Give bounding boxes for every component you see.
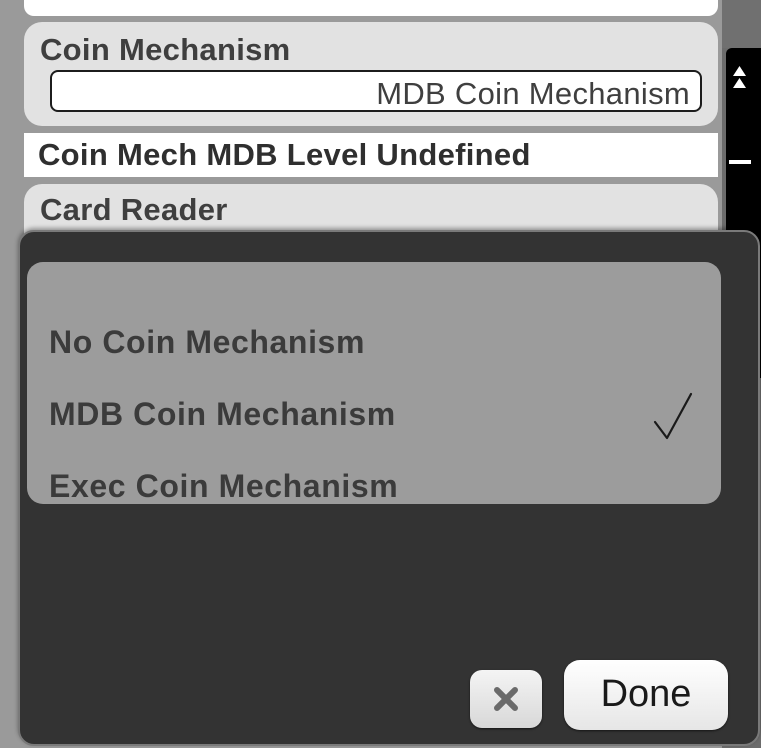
coin-mechanism-picker: No Coin Mechanism MDB Coin Mechanism Exe… — [18, 230, 760, 746]
option-label: No Coin Mechanism — [49, 324, 366, 360]
double-up-arrow-icon[interactable] — [722, 58, 757, 98]
coin-mech-status: Coin Mech MDB Level Undefined — [24, 133, 718, 177]
option-no-coin-mechanism[interactable]: No Coin Mechanism — [27, 314, 721, 374]
card-reader-label: Card Reader — [40, 192, 228, 227]
checkmark-icon — [653, 392, 693, 440]
dash-icon — [729, 160, 751, 164]
coin-mechanism-value: MDB Coin Mechanism — [376, 76, 690, 111]
coin-mech-status-text: Coin Mech MDB Level Undefined — [38, 137, 531, 172]
option-label: Exec Coin Mechanism — [49, 468, 399, 504]
done-label: Done — [600, 673, 692, 715]
close-button[interactable] — [470, 670, 542, 728]
option-label: MDB Coin Mechanism — [49, 396, 396, 432]
picker-options: No Coin Mechanism MDB Coin Mechanism Exe… — [27, 262, 721, 504]
coin-mechanism-field[interactable]: MDB Coin Mechanism — [50, 70, 702, 112]
previous-setting-card — [24, 0, 718, 16]
done-button[interactable]: Done — [564, 660, 728, 730]
option-exec-coin-mechanism[interactable]: Exec Coin Mechanism — [27, 458, 721, 518]
coin-mechanism-setting[interactable]: Coin Mechanism MDB Coin Mechanism — [24, 22, 718, 126]
coin-mechanism-label: Coin Mechanism — [40, 32, 291, 67]
x-icon — [494, 687, 518, 711]
scrollbar-top-cap — [722, 0, 761, 48]
option-mdb-coin-mechanism[interactable]: MDB Coin Mechanism — [27, 386, 721, 446]
